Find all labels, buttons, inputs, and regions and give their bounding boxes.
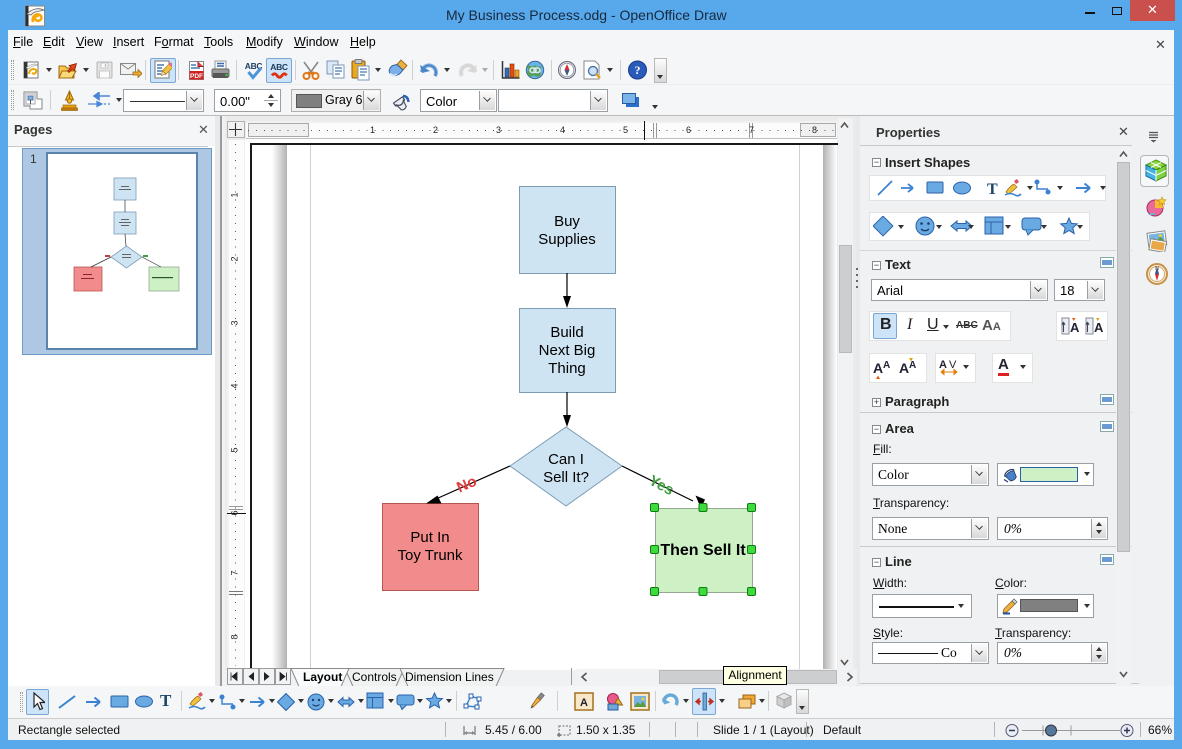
svg-text:Supplies: Supplies — [538, 231, 596, 248]
svg-text:Buy: Buy — [554, 213, 580, 230]
svg-text:A: A — [899, 360, 909, 376]
svg-text:A: A — [1070, 320, 1080, 335]
svg-text:V: V — [949, 359, 957, 371]
svg-text:A: A — [580, 697, 588, 709]
svg-text:Next Big: Next Big — [539, 342, 596, 359]
svg-text:N: N — [1155, 266, 1159, 272]
svg-text:Put In: Put In — [410, 529, 449, 546]
svg-text:A: A — [939, 359, 947, 371]
svg-text:Sell It?: Sell It? — [543, 469, 589, 486]
svg-text:A: A — [883, 360, 890, 371]
svg-text:Then Sell It: Then Sell It — [660, 542, 746, 559]
svg-text:?: ? — [635, 63, 641, 77]
svg-text:ABC: ABC — [270, 62, 288, 72]
svg-text:A: A — [873, 360, 883, 376]
svg-text:A: A — [909, 360, 916, 371]
svg-text:T: T — [987, 181, 998, 198]
svg-text:No: No — [454, 473, 479, 497]
svg-text:Build: Build — [550, 324, 583, 341]
svg-text:A: A — [1094, 320, 1104, 335]
svg-text:PDF: PDF — [190, 73, 203, 80]
svg-text:Yes: Yes — [646, 472, 677, 499]
svg-text:Thing: Thing — [548, 360, 586, 377]
svg-text:Toy Trunk: Toy Trunk — [397, 547, 463, 564]
svg-text:Can I: Can I — [548, 451, 584, 468]
